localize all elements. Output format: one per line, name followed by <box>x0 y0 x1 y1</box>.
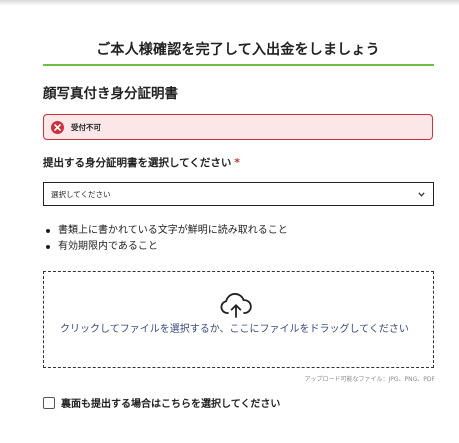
back-side-option[interactable]: 裏面も提出する場合はこちらを選択してください <box>43 395 280 410</box>
document-type-select[interactable]: 選択してください <box>43 182 434 206</box>
back-side-label: 裏面も提出する場合はこちらを選択してください <box>61 399 281 410</box>
bullet <box>46 245 50 249</box>
title-underline <box>43 64 434 66</box>
document-select-label-text: 提出する身分証明書を選択してください <box>43 157 232 169</box>
requirements-list: 書類上に書かれている文字が鮮明に読み取れること 有効期限内であること <box>43 223 288 255</box>
list-item: 有効期限内であること <box>43 239 288 255</box>
status-text: 受付不可 <box>71 122 101 132</box>
bullet <box>46 229 50 233</box>
close-circle-icon <box>51 120 64 134</box>
list-item: 書類上に書かれている文字が鮮明に読み取れること <box>43 223 288 239</box>
chevron-down-icon <box>418 191 425 197</box>
upload-instruction: クリックしてファイルを選択するか、ここにファイルをドラッグしてください <box>60 324 409 335</box>
requirement-text: 有効期限内であること <box>58 241 158 252</box>
page-title: ご本人様確認を完了して入出金をしましょう <box>96 42 380 58</box>
cloud-upload-icon <box>219 292 253 322</box>
requirement-text: 書類上に書かれている文字が鮮明に読み取れること <box>58 225 288 236</box>
document-select-label: 提出する身分証明書を選択してください * <box>43 155 240 170</box>
status-alert: 受付不可 <box>43 114 433 140</box>
allowed-file-types: アップロード可能なファイル：JPG、PNG、PDF <box>304 376 435 383</box>
section-title: 顔写真付き身分証明書 <box>43 86 178 102</box>
required-mark: * <box>234 157 240 169</box>
top-shadow <box>0 0 459 6</box>
document-type-select-value: 選択してください <box>51 189 111 199</box>
back-side-checkbox[interactable] <box>43 396 55 409</box>
file-upload-dropzone[interactable]: クリックしてファイルを選択するか、ここにファイルをドラッグしてください <box>43 271 434 368</box>
